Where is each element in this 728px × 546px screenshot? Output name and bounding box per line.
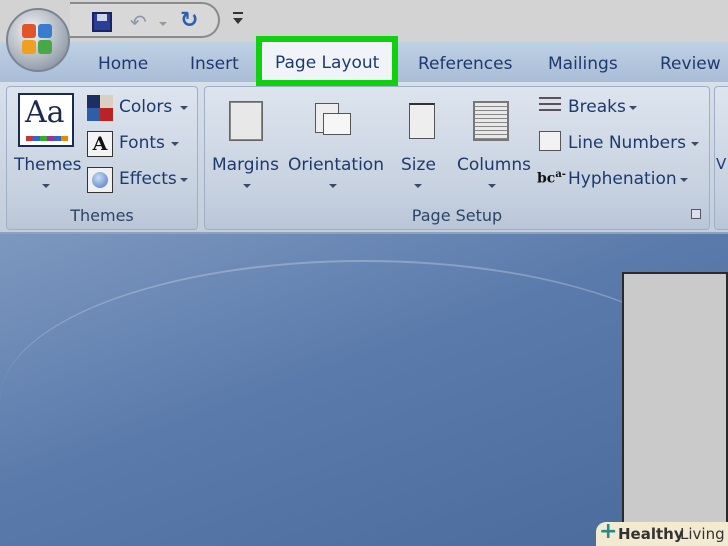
hyphenation-icon: bca- bbox=[537, 169, 566, 187]
tab-page-layout-label: Page Layout bbox=[275, 53, 380, 73]
redo-icon[interactable]: ↻ bbox=[180, 8, 198, 33]
tab-mailings[interactable]: Mailings bbox=[548, 54, 618, 74]
page-setup-group-label: Page Setup bbox=[411, 206, 503, 225]
fonts-icon: A bbox=[87, 131, 113, 157]
size-label: Size bbox=[401, 155, 436, 175]
chevron-down-icon bbox=[180, 106, 188, 110]
watermark-logo: + Healthy Living bbox=[596, 519, 728, 546]
orientation-icon-landscape bbox=[323, 113, 351, 135]
next-group-partial: V bbox=[714, 86, 728, 230]
watermark-light: Living bbox=[680, 525, 725, 543]
watermark-bold: Healthy bbox=[618, 525, 684, 543]
orientation-label: Orientation bbox=[288, 155, 384, 175]
themes-icon: Aa bbox=[18, 93, 74, 147]
colors-icon bbox=[87, 95, 113, 121]
margins-icon bbox=[229, 101, 263, 141]
chevron-down-icon bbox=[243, 184, 251, 188]
columns-label: Columns bbox=[457, 155, 531, 175]
undo-icon[interactable]: ↶ bbox=[130, 10, 147, 34]
chevron-down-icon bbox=[680, 178, 688, 182]
customize-toolbar-icon[interactable] bbox=[233, 12, 243, 28]
themes-group-label: Themes bbox=[70, 206, 134, 225]
line-numbers-icon bbox=[539, 131, 561, 151]
tab-references[interactable]: References bbox=[418, 54, 512, 74]
themes-button-label: Themes bbox=[14, 155, 82, 175]
office-button[interactable] bbox=[6, 8, 70, 72]
chevron-down-icon bbox=[414, 184, 422, 188]
chevron-down-icon bbox=[691, 142, 699, 146]
page-setup-group: Margins Orientation Size Columns Breaks … bbox=[204, 86, 710, 230]
partial-button-label[interactable]: V bbox=[716, 155, 726, 173]
breaks-label: Breaks bbox=[568, 97, 626, 117]
document-page[interactable] bbox=[622, 272, 728, 546]
effects-icon bbox=[87, 167, 113, 193]
margins-label: Margins bbox=[212, 155, 279, 175]
undo-dropdown-icon[interactable] bbox=[159, 22, 167, 26]
columns-icon bbox=[473, 101, 509, 141]
hyphenation-label: Hyphenation bbox=[568, 169, 677, 189]
fonts-label: Fonts bbox=[119, 133, 165, 153]
background-swoosh bbox=[0, 260, 728, 540]
chevron-down-icon bbox=[329, 184, 337, 188]
line-numbers-label: Line Numbers bbox=[568, 133, 686, 153]
quick-access-toolbar: ↶ ↻ bbox=[70, 2, 220, 38]
chevron-down-icon bbox=[171, 142, 179, 146]
size-icon bbox=[409, 103, 435, 139]
tab-home[interactable]: Home bbox=[98, 54, 148, 74]
colors-label: Colors bbox=[119, 97, 173, 117]
themes-group: Aa Themes Colors A Fonts Effects Themes bbox=[6, 86, 198, 230]
chevron-down-icon bbox=[42, 184, 50, 188]
cross-icon: + bbox=[599, 519, 618, 544]
tab-review[interactable]: Review bbox=[660, 54, 721, 74]
chevron-down-icon bbox=[180, 178, 188, 182]
chevron-down-icon bbox=[629, 106, 637, 110]
tab-page-layout[interactable]: Page Layout bbox=[256, 36, 398, 86]
breaks-icon bbox=[539, 97, 561, 115]
save-icon[interactable] bbox=[92, 12, 112, 32]
chevron-down-icon bbox=[488, 184, 496, 188]
effects-label: Effects bbox=[119, 169, 177, 189]
tab-insert[interactable]: Insert bbox=[190, 54, 239, 74]
ribbon: Aa Themes Colors A Fonts Effects Themes … bbox=[0, 82, 728, 234]
